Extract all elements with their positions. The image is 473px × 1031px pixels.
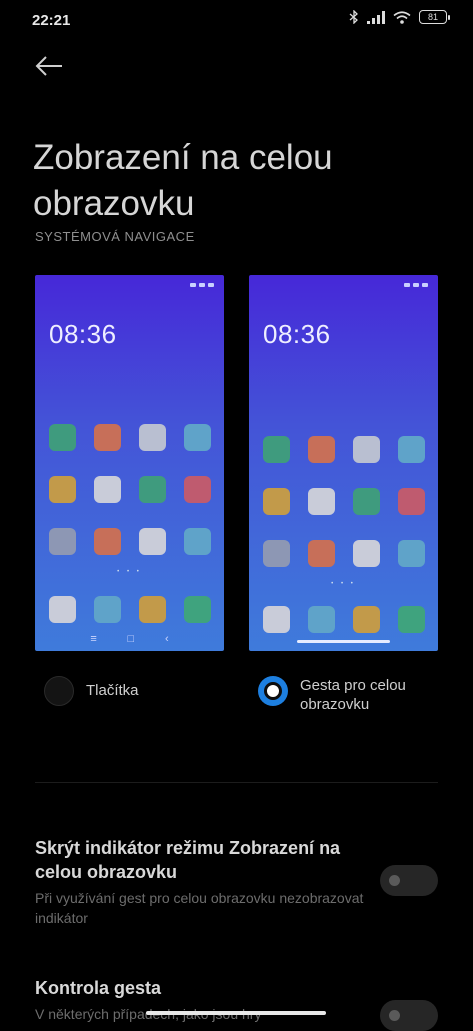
app-icon <box>263 436 290 463</box>
preview-time: 08:36 <box>263 319 331 349</box>
menu-icon: ≡ <box>90 633 97 645</box>
preview-time: 08:36 <box>49 319 117 349</box>
back-button[interactable] <box>34 52 68 82</box>
app-icon <box>263 488 290 515</box>
app-icon <box>308 540 335 567</box>
dock-app-icon <box>139 596 166 623</box>
dock-app-icon <box>49 596 76 623</box>
app-icon <box>353 540 380 567</box>
mini-status-icons <box>404 283 428 287</box>
app-icon <box>184 424 211 451</box>
dock-app-icon <box>94 596 121 623</box>
option-gestures-label: Gesta pro celou obrazovku <box>300 677 406 713</box>
app-icon <box>308 488 335 515</box>
bluetooth-icon <box>349 10 358 24</box>
app-grid <box>49 424 211 555</box>
dock-app-icon <box>308 606 335 633</box>
app-icon <box>398 488 425 515</box>
radio-gestures[interactable] <box>258 676 288 706</box>
setting-hide-indicator[interactable]: Skrýt indikátor režimu Zobrazení na celo… <box>35 836 365 928</box>
dock-app-icon <box>184 596 211 623</box>
home-indicator <box>146 1011 326 1015</box>
back-icon: ‹ <box>164 633 169 645</box>
app-icon <box>263 540 290 567</box>
wifi-icon <box>393 10 411 24</box>
option-buttons-label: Tlačítka <box>86 682 139 699</box>
section-header: SYSTÉMOVÁ NAVIGACE <box>35 229 195 244</box>
battery-level: 81 <box>427 12 438 22</box>
gesture-bar <box>297 640 390 643</box>
battery-icon: 81 <box>419 10 450 24</box>
preview-buttons[interactable]: 08:36 • • • ≡ □ ‹ <box>35 275 224 651</box>
dock <box>263 606 425 633</box>
app-icon <box>49 424 76 451</box>
app-icon <box>94 476 121 503</box>
toggle-hide-indicator[interactable] <box>380 865 438 896</box>
app-icon <box>184 528 211 555</box>
page-title: Zobrazení na celou obrazovku <box>33 138 333 224</box>
signal-icon <box>367 10 385 24</box>
dock-app-icon <box>398 606 425 633</box>
app-icon <box>49 528 76 555</box>
app-grid <box>263 436 425 567</box>
app-icon <box>353 488 380 515</box>
dock-app-icon <box>263 606 290 633</box>
app-icon <box>49 476 76 503</box>
divider <box>35 782 438 783</box>
status-bar: 22:21 81 <box>0 0 473 40</box>
status-icons: 81 <box>349 10 450 24</box>
page-dots: • • • <box>331 581 356 587</box>
nav-buttons: ≡ □ ‹ <box>35 633 224 645</box>
app-icon <box>139 528 166 555</box>
app-icon <box>139 476 166 503</box>
option-buttons[interactable]: Tlačítka <box>44 676 139 706</box>
setting-title: Skrýt indikátor režimu Zobrazení na celo… <box>35 838 341 882</box>
page-dots: • • • <box>117 569 142 575</box>
toggle-gesture-check[interactable] <box>380 1000 438 1031</box>
option-gestures[interactable]: Gesta pro celou obrazovku <box>258 676 430 714</box>
app-icon <box>184 476 211 503</box>
setting-gesture-check[interactable]: Kontrola gesta V některých případech, ja… <box>35 976 365 1024</box>
radio-buttons[interactable] <box>44 676 74 706</box>
app-icon <box>353 436 380 463</box>
app-icon <box>139 424 166 451</box>
preview-gestures[interactable]: 08:36 • • • <box>249 275 438 651</box>
home-icon: □ <box>127 633 135 645</box>
app-icon <box>398 540 425 567</box>
mini-status-icons <box>190 283 214 287</box>
status-time: 22:21 <box>32 12 71 29</box>
back-arrow-icon <box>35 56 62 76</box>
app-icon <box>94 424 121 451</box>
setting-title: Kontrola gesta <box>35 978 162 998</box>
app-icon <box>398 436 425 463</box>
setting-description: Při využívání gest pro celou obrazovku n… <box>35 890 364 926</box>
dock-app-icon <box>353 606 380 633</box>
app-icon <box>94 528 121 555</box>
dock <box>49 596 211 623</box>
app-icon <box>308 436 335 463</box>
